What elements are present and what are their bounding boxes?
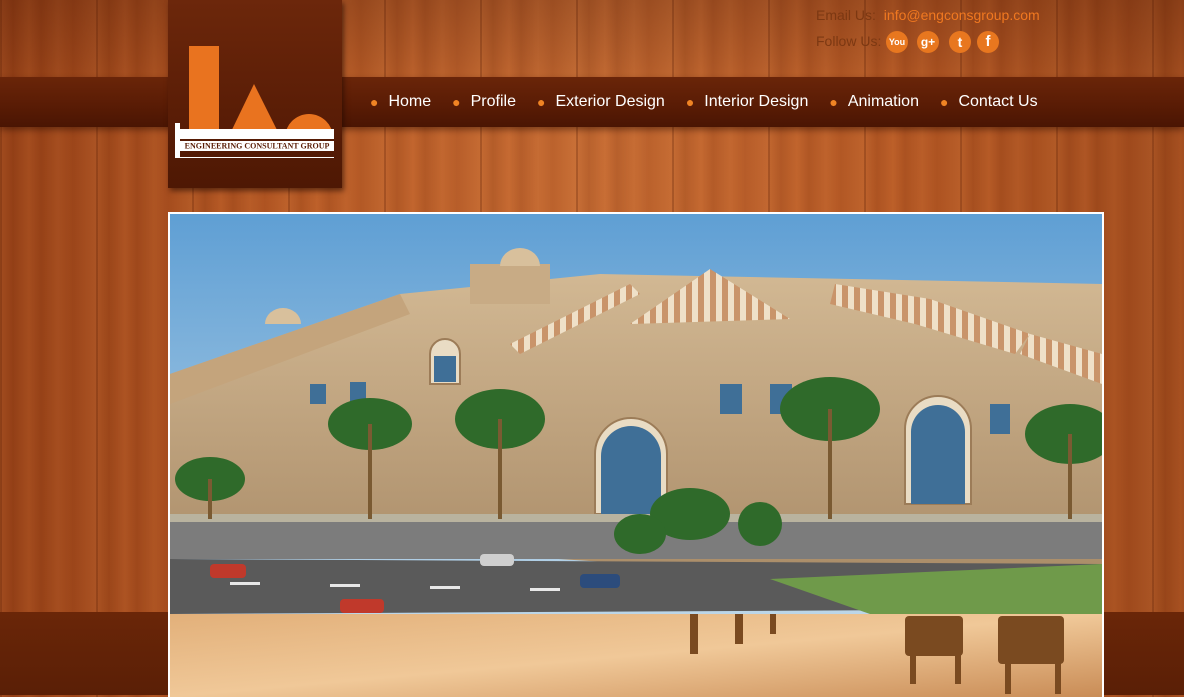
nav-animation[interactable]: ● Animation xyxy=(829,93,919,111)
google-plus-icon[interactable]: g+ xyxy=(917,31,939,53)
follow-label: Follow Us: xyxy=(816,33,882,49)
logo[interactable]: ENGINEERING CONSULTANT GROUP xyxy=(168,0,342,188)
twitter-icon[interactable]: t xyxy=(949,31,971,53)
nav-label: Contact Us xyxy=(958,93,1038,110)
email-label: Email Us: xyxy=(816,7,876,23)
facebook-icon[interactable]: f xyxy=(977,31,999,53)
nav-bullet-icon: ● xyxy=(939,94,949,110)
logo-caption: ENGINEERING CONSULTANT GROUP xyxy=(185,142,330,151)
nav-bullet-icon: ● xyxy=(452,94,461,110)
logo-graphic: ENGINEERING CONSULTANT GROUP xyxy=(175,46,334,158)
nav-bullet-icon: ● xyxy=(685,94,695,110)
nav-label: Interior Design xyxy=(704,93,809,110)
nav-bullet-icon: ● xyxy=(536,94,546,110)
nav-profile[interactable]: ● Profile xyxy=(452,93,516,111)
nav-label: Home xyxy=(388,93,432,110)
nav-exterior-design[interactable]: ● Exterior Design xyxy=(537,93,665,111)
youtube-icon[interactable]: You xyxy=(886,31,908,53)
nav-contact-us[interactable]: ● Contact Us xyxy=(940,93,1038,111)
nav-label: Animation xyxy=(847,93,919,110)
contact-info: Email Us: info@engconsgroup.com Follow U… xyxy=(816,7,1076,57)
hero-image xyxy=(170,214,1102,697)
nav-bullet-icon: ● xyxy=(829,94,838,110)
nav-bullet-icon: ● xyxy=(370,94,379,110)
nav-home[interactable]: ● Home xyxy=(370,93,431,111)
email-row: Email Us: info@engconsgroup.com xyxy=(816,7,1040,23)
hero-slider[interactable] xyxy=(168,212,1104,697)
nav-label: Exterior Design xyxy=(555,93,665,110)
nav-interior-design[interactable]: ● Interior Design xyxy=(686,93,809,111)
main-nav: ● Home ● Profile ● Exterior Design ● Int… xyxy=(370,77,1059,127)
nav-label: Profile xyxy=(470,93,516,110)
email-link[interactable]: info@engconsgroup.com xyxy=(884,7,1040,23)
